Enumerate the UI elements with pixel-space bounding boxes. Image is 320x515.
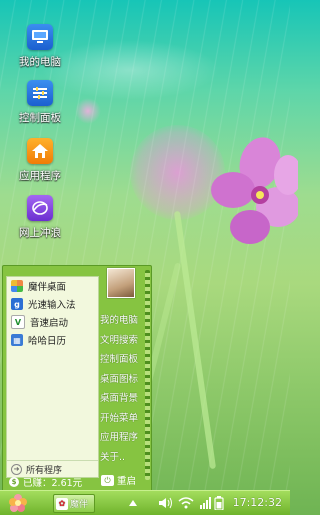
input-method-icon: g — [11, 298, 23, 310]
program-label: 哈哈日历 — [28, 336, 67, 347]
restart-button[interactable]: ⏻ 重启 — [101, 473, 136, 487]
menu-item-my-computer[interactable]: 我的电脑 — [100, 312, 148, 332]
menu-item-desktop-background[interactable]: 桌面背景 — [100, 390, 148, 410]
program-item-input-method[interactable]: g 光速输入法 — [7, 295, 98, 313]
user-avatar[interactable] — [107, 268, 135, 298]
menu-item-applications[interactable]: 应用程序 — [100, 429, 148, 449]
computer-icon — [27, 24, 53, 50]
program-item-vstart[interactable]: V 音速启动 — [7, 313, 98, 331]
power-icon: ⏻ — [101, 474, 114, 486]
desktop-icon-label: 我的电脑 — [19, 56, 61, 68]
volume-icon[interactable] — [158, 491, 174, 515]
vstart-icon: V — [11, 315, 25, 329]
all-programs-label: 所有程序 — [26, 465, 63, 476]
program-label: 光速输入法 — [28, 300, 76, 311]
menu-item-search[interactable]: 文明搜索 — [100, 332, 148, 352]
menu-item-desktop-icons[interactable]: 桌面图标 — [100, 371, 148, 391]
flower-start-icon — [9, 494, 27, 512]
desktop-icon-my-computer[interactable]: 我的电脑 — [10, 24, 70, 69]
restart-label: 重启 — [117, 476, 137, 487]
menu-item-control-panel[interactable]: 控制面板 — [100, 351, 148, 371]
desktop-icon-label: 控制面板 — [19, 112, 61, 124]
earned-status: $ 已赚：2.61元 — [9, 475, 82, 489]
menu-right-list: 我的电脑 文明搜索 控制面板 桌面图标 桌面背景 开始菜单 应用程序 关于.. — [100, 312, 148, 468]
wifi-icon[interactable] — [178, 491, 194, 515]
program-label: 魔伴桌面 — [28, 282, 67, 293]
desktop-icon-label: 应用程序 — [19, 170, 61, 182]
earned-label: 已赚：2.61元 — [23, 478, 83, 489]
program-item-mobanzhuomian[interactable]: 魔伴桌面 — [7, 277, 98, 295]
program-list: 魔伴桌面 g 光速输入法 V 音速启动 ▦ 哈哈日历 ➜ 所有程序 — [6, 276, 99, 478]
desktop-icon-label: 网上冲浪 — [19, 227, 61, 239]
globe-icon — [27, 195, 53, 221]
taskbar-app-moban[interactable]: ✿ 魔伴 — [53, 494, 95, 513]
start-button[interactable] — [0, 491, 36, 515]
flower-icon — [211, 137, 298, 244]
clock[interactable]: 17:12:32 — [233, 496, 282, 509]
program-item-calendar[interactable]: ▦ 哈哈日历 — [7, 331, 98, 349]
battery-icon — [214, 491, 224, 515]
desktop-icon-web-surf[interactable]: 网上冲浪 — [10, 195, 70, 240]
desktop-icon-control-panel[interactable]: 控制面板 — [10, 80, 70, 125]
menu-item-start-menu[interactable]: 开始菜单 — [100, 410, 148, 430]
signal-icon — [200, 491, 212, 515]
desktop-icon-applications[interactable]: 应用程序 — [10, 138, 70, 183]
taskbar: ✿ 魔伴 17:12:32 — [0, 490, 290, 515]
chevron-up-icon[interactable] — [128, 491, 138, 515]
coin-icon: $ — [9, 477, 19, 487]
mobanzhuomian-icon — [11, 280, 23, 292]
start-menu: 魔伴桌面 g 光速输入法 V 音速启动 ▦ 哈哈日历 ➜ 所有程序 我的电脑 文… — [2, 265, 152, 493]
calendar-icon: ▦ — [11, 334, 23, 346]
mobanzhuomian-icon: ✿ — [56, 497, 68, 510]
menu-item-about[interactable]: 关于.. — [100, 449, 148, 469]
program-label: 音速启动 — [30, 318, 69, 329]
sliders-icon — [27, 80, 53, 106]
home-icon — [27, 138, 53, 164]
task-label: 魔伴 — [70, 500, 89, 510]
arrow-right-icon: ➜ — [11, 463, 22, 475]
